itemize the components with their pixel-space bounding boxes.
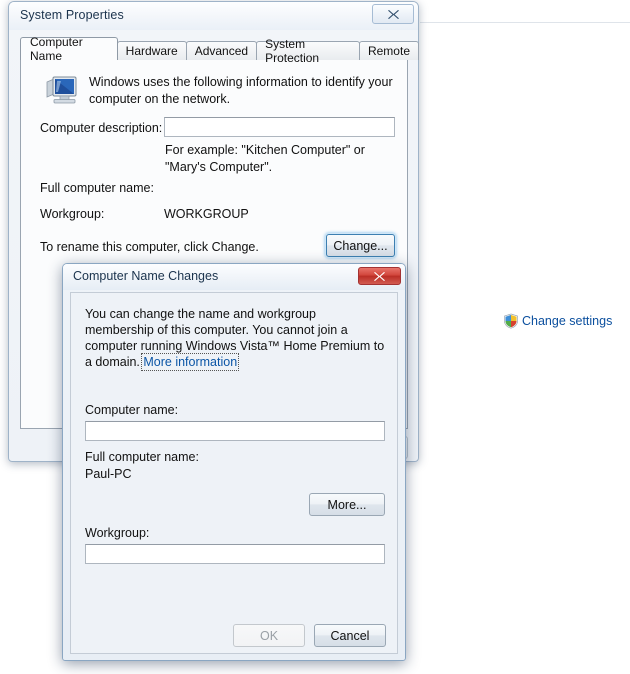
intro-text: Windows uses the following information t… — [89, 75, 393, 106]
computer-description-input[interactable] — [164, 117, 395, 137]
computer-name-label: Computer name: — [85, 403, 179, 417]
workgroup-label: Workgroup: — [40, 207, 105, 221]
cancel-button-label: Cancel — [330, 628, 370, 643]
tab-label: Computer Name — [30, 35, 83, 63]
rename-hint: To rename this computer, click Change. — [40, 240, 259, 254]
computer-name-changes-title: Computer Name Changes — [73, 269, 219, 283]
computer-name-changes-titlebar[interactable]: Computer Name Changes — [63, 264, 405, 290]
more-information-link[interactable]: More information — [141, 353, 240, 371]
tab-label: Remote — [367, 44, 410, 58]
uac-shield-icon — [503, 313, 519, 329]
computer-name-input[interactable] — [85, 421, 385, 441]
tab-label: Hardware — [125, 44, 178, 58]
close-glyph — [387, 9, 399, 19]
cancel-button[interactable]: Cancel — [314, 624, 386, 647]
computer-description-label: Computer description: — [40, 121, 163, 135]
workgroup-input[interactable] — [85, 544, 385, 564]
ok-button[interactable]: OK — [233, 624, 305, 647]
computer-monitor-icon — [45, 74, 79, 106]
full-computer-name-value: Paul-PC — [85, 467, 132, 481]
ok-button-label: OK — [259, 628, 279, 643]
system-properties-title: System Properties — [20, 8, 124, 22]
tab-system-protection[interactable]: System Protection — [256, 37, 360, 65]
tabstrip: Computer Name Hardware Advanced System P… — [20, 35, 419, 65]
close-glyph — [374, 271, 385, 281]
tab-advanced[interactable]: Advanced — [185, 41, 258, 60]
full-computer-name-label: Full computer name: — [40, 181, 154, 195]
tab-hardware[interactable]: Hardware — [116, 41, 187, 60]
full-computer-name-label: Full computer name: — [85, 450, 199, 464]
change-settings-link[interactable]: Change settings — [503, 313, 612, 329]
tab-label: Advanced — [194, 44, 249, 58]
more-button-label: More... — [327, 497, 367, 512]
close-icon[interactable] — [372, 4, 414, 24]
computer-name-changes-body: You can change the name and workgroup me… — [70, 292, 398, 654]
tab-label: System Protection — [265, 37, 320, 65]
workgroup-value: WORKGROUP — [164, 207, 249, 221]
change-button[interactable]: Change... — [326, 234, 395, 257]
change-settings-label: Change settings — [522, 314, 613, 328]
change-button-label: Change... — [333, 238, 388, 253]
dialog-description: You can change the name and workgroup me… — [85, 306, 385, 371]
workgroup-label: Workgroup: — [85, 526, 150, 540]
background-window-edge — [420, 22, 630, 23]
tab-computer-name[interactable]: Computer Name — [20, 35, 118, 63]
tab-remote[interactable]: Remote — [358, 41, 419, 60]
more-button[interactable]: More... — [309, 493, 385, 516]
computer-name-changes-dialog: Computer Name Changes You can change the… — [62, 263, 406, 661]
computer-description-hint: For example: "Kitchen Computer" or "Mary… — [165, 143, 365, 174]
close-icon[interactable] — [358, 267, 401, 285]
system-properties-titlebar[interactable]: System Properties — [9, 2, 418, 30]
